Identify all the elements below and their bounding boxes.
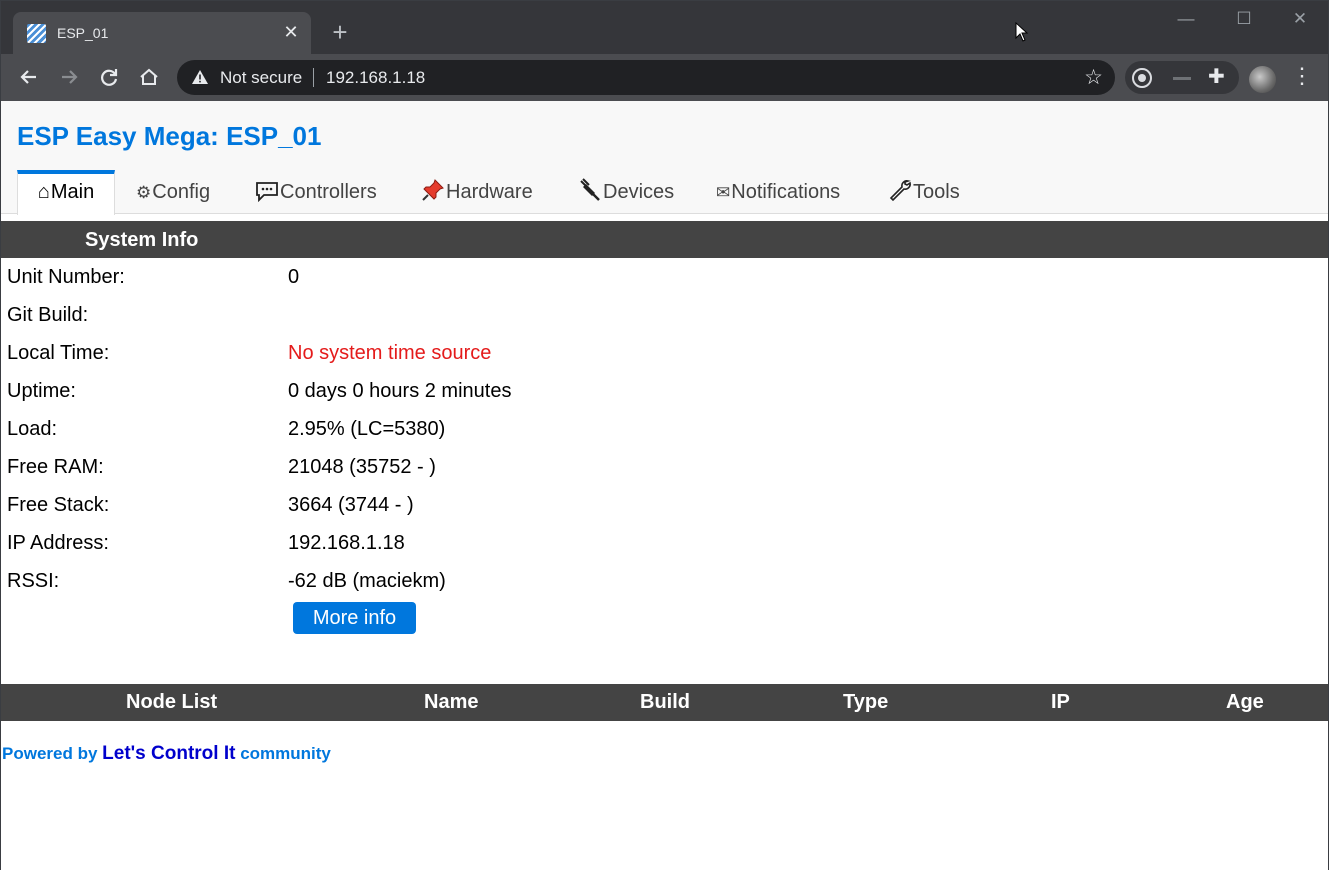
node-list-header: Node List Name Build Type IP Age <box>1 684 1328 721</box>
wrench-icon <box>888 170 912 214</box>
warning-icon <box>192 70 208 84</box>
info-value-free-ram: 21048 (35752 - ) <box>288 456 436 478</box>
home-icon: ⌂ <box>37 181 50 203</box>
tab-close-icon[interactable]: ✕ <box>281 21 301 43</box>
tab-devices[interactable]: Devices <box>578 170 674 214</box>
system-info-header: System Info <box>1 221 1328 258</box>
new-tab-button[interactable]: + <box>327 19 353 45</box>
tab-label: Notifications <box>731 181 841 203</box>
system-info-title: System Info <box>85 229 199 251</box>
page-header: ESP Easy Mega: ESP_01 ⌂Main ⚙Config Cont… <box>1 101 1328 215</box>
info-value-free-stack: 3664 (3744 - ) <box>288 494 414 516</box>
tab-label: Main <box>50 181 95 203</box>
info-value-load: 2.95% (LC=5380) <box>288 418 446 440</box>
favicon-icon <box>27 24 46 43</box>
more-menu-icon[interactable]: ⋮ <box>1291 63 1313 89</box>
type-column: Type <box>843 691 889 713</box>
tab-main[interactable]: ⌂Main <box>17 170 115 215</box>
tab-controllers[interactable]: Controllers <box>255 170 377 214</box>
profile-avatar[interactable] <box>1249 66 1276 93</box>
tab-notifications[interactable]: ✉Notifications <box>716 170 840 214</box>
build-column: Build <box>640 691 690 713</box>
home-icon[interactable] <box>135 63 163 91</box>
extensions-area: ✚ <box>1125 61 1239 94</box>
node-list-column: Node List <box>126 691 218 713</box>
speech-bubble-icon <box>255 170 279 214</box>
info-label-free-stack: Free Stack: <box>7 494 110 516</box>
extensions-puzzle-icon[interactable]: ✚ <box>1208 64 1225 89</box>
ip-column: IP <box>1051 691 1070 713</box>
info-value-local-time: No system time source <box>288 342 492 364</box>
maximize-button[interactable]: ☐ <box>1229 9 1259 29</box>
footer-suffix: community <box>240 744 331 763</box>
browser-toolbar: Not secure 192.168.1.18 ☆ ✚ <box>1 54 1328 101</box>
page-title: ESP Easy Mega: ESP_01 <box>17 121 322 151</box>
reload-icon[interactable] <box>95 63 123 91</box>
extension-target-icon[interactable] <box>1132 68 1152 88</box>
pushpin-icon <box>421 170 445 214</box>
security-label[interactable]: Not secure <box>220 68 302 88</box>
tab-label: Tools <box>913 181 960 203</box>
info-label-local-time: Local Time: <box>7 342 110 364</box>
footer-link[interactable]: Let's Control It <box>102 743 235 764</box>
gear-icon: ⚙ <box>136 183 152 202</box>
info-label-load: Load: <box>7 418 58 440</box>
info-label-git-build: Git Build: <box>7 304 89 326</box>
more-info-button[interactable]: More info <box>293 602 416 634</box>
envelope-icon: ✉ <box>716 183 731 202</box>
info-label-unit-number: Unit Number: <box>7 266 125 288</box>
info-label-free-ram: Free RAM: <box>7 456 104 478</box>
url-text[interactable]: 192.168.1.18 <box>326 68 425 88</box>
tab-label: Config <box>152 181 211 203</box>
info-value-uptime: 0 days 0 hours 2 minutes <box>288 380 512 402</box>
info-value-unit-number: 0 <box>288 266 300 288</box>
info-label-ip-address: IP Address: <box>7 532 109 554</box>
info-value-ip-address: 192.168.1.18 <box>288 532 405 554</box>
page-content: ESP Easy Mega: ESP_01 ⌂Main ⚙Config Cont… <box>1 101 1328 870</box>
omnibox-separator <box>313 68 314 87</box>
tab-config[interactable]: ⚙Config <box>136 170 210 214</box>
forward-arrow-icon[interactable] <box>55 63 83 91</box>
name-column: Name <box>424 691 479 713</box>
back-arrow-icon[interactable] <box>15 63 43 91</box>
footer: Powered by Let's Control It community <box>2 743 331 765</box>
tab-title: ESP_01 <box>57 25 109 41</box>
mouse-cursor-icon <box>1015 22 1029 42</box>
info-label-uptime: Uptime: <box>7 380 76 402</box>
extension-dash-icon[interactable] <box>1173 77 1191 80</box>
footer-prefix: Powered by <box>2 744 98 763</box>
close-window-button[interactable]: ✕ <box>1285 9 1315 29</box>
browser-window: ESP_01 ✕ + — ☐ ✕ Not secure 192.168.1.18… <box>0 0 1329 870</box>
plug-icon <box>578 170 602 214</box>
bookmark-star-icon[interactable]: ☆ <box>1084 65 1103 90</box>
tab-tools[interactable]: Tools <box>888 170 960 214</box>
tab-strip: ESP_01 ✕ + — ☐ ✕ <box>1 1 1328 54</box>
address-bar[interactable]: Not secure 192.168.1.18 ☆ <box>177 60 1115 95</box>
tab-label: Hardware <box>446 181 533 203</box>
info-value-rssi: -62 dB (maciekm) <box>288 570 446 592</box>
tab-label: Devices <box>603 181 675 203</box>
tab-label: Controllers <box>280 181 377 203</box>
info-label-rssi: RSSI: <box>7 570 60 592</box>
tab-hardware[interactable]: Hardware <box>421 170 533 214</box>
age-column: Age <box>1226 691 1264 713</box>
minimize-button[interactable]: — <box>1171 9 1201 29</box>
browser-tab[interactable]: ESP_01 ✕ <box>13 12 311 54</box>
